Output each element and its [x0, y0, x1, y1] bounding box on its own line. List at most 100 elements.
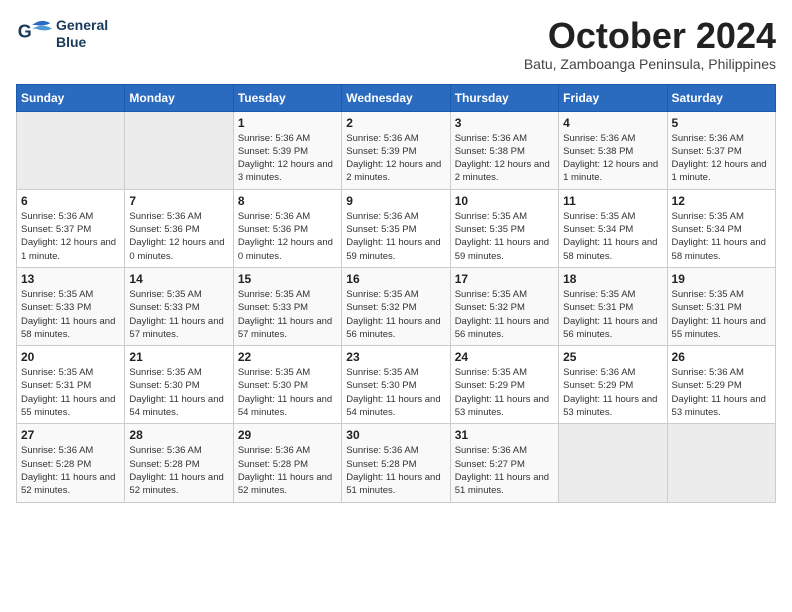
- day-details: Sunrise: 5:35 AMSunset: 5:31 PMDaylight:…: [672, 288, 771, 341]
- day-details: Sunrise: 5:35 AMSunset: 5:32 PMDaylight:…: [346, 288, 445, 341]
- day-details: Sunrise: 5:35 AMSunset: 5:33 PMDaylight:…: [238, 288, 337, 341]
- day-number: 10: [455, 194, 554, 208]
- day-number: 11: [563, 194, 662, 208]
- day-details: Sunrise: 5:36 AMSunset: 5:28 PMDaylight:…: [129, 444, 228, 497]
- day-details: Sunrise: 5:35 AMSunset: 5:30 PMDaylight:…: [238, 366, 337, 419]
- day-number: 30: [346, 428, 445, 442]
- weekday-header: Monday: [125, 84, 233, 111]
- day-number: 13: [21, 272, 120, 286]
- calendar-cell: 2Sunrise: 5:36 AMSunset: 5:39 PMDaylight…: [342, 111, 450, 189]
- calendar-cell: 20 Sunrise: 5:35 AMSunset: 5:31 PMDayligh…: [17, 346, 125, 424]
- calendar-cell: 17 Sunrise: 5:35 AMSunset: 5:32 PMDayligh…: [450, 267, 558, 345]
- calendar-cell: 25 Sunrise: 5:36 AMSunset: 5:29 PMDayligh…: [559, 346, 667, 424]
- day-number: 25: [563, 350, 662, 364]
- day-details: Sunrise: 5:36 AMSunset: 5:35 PMDaylight:…: [346, 210, 445, 263]
- weekday-header-row: SundayMondayTuesdayWednesdayThursdayFrid…: [17, 84, 776, 111]
- calendar-cell: 28 Sunrise: 5:36 AMSunset: 5:28 PMDayligh…: [125, 424, 233, 502]
- calendar-cell: 30 Sunrise: 5:36 AMSunset: 5:28 PMDayligh…: [342, 424, 450, 502]
- calendar-cell: 5 Sunrise: 5:36 AMSunset: 5:37 PMDaylight…: [667, 111, 775, 189]
- day-details: Sunrise: 5:36 AMSunset: 5:28 PMDaylight:…: [346, 444, 445, 497]
- day-details: Sunrise: 5:36 AMSunset: 5:36 PMDaylight:…: [238, 210, 337, 263]
- day-number: 16: [346, 272, 445, 286]
- calendar-cell: 1 Sunrise: 5:36 AMSunset: 5:39 PMDaylight…: [233, 111, 341, 189]
- calendar-cell: 10 Sunrise: 5:35 AMSunset: 5:35 PMDayligh…: [450, 189, 558, 267]
- day-details: Sunrise: 5:36 AMSunset: 5:36 PMDaylight:…: [129, 210, 228, 263]
- day-details: Sunrise: 5:35 AMSunset: 5:30 PMDaylight:…: [346, 366, 445, 419]
- day-number: 26: [672, 350, 771, 364]
- weekday-header: Tuesday: [233, 84, 341, 111]
- weekday-header: Saturday: [667, 84, 775, 111]
- weekday-header: Friday: [559, 84, 667, 111]
- calendar-cell: 19 Sunrise: 5:35 AMSunset: 5:31 PMDayligh…: [667, 267, 775, 345]
- calendar-cell: 31 Sunrise: 5:36 AMSunset: 5:27 PMDayligh…: [450, 424, 558, 502]
- day-details: Sunrise: 5:35 AMSunset: 5:33 PMDaylight:…: [21, 288, 120, 341]
- day-number: 18: [563, 272, 662, 286]
- calendar-cell: 8 Sunrise: 5:36 AMSunset: 5:36 PMDaylight…: [233, 189, 341, 267]
- calendar-week-row: 1 Sunrise: 5:36 AMSunset: 5:39 PMDaylight…: [17, 111, 776, 189]
- calendar-cell: 16 Sunrise: 5:35 AMSunset: 5:32 PMDayligh…: [342, 267, 450, 345]
- day-number: 28: [129, 428, 228, 442]
- day-number: 29: [238, 428, 337, 442]
- day-details: Sunrise: 5:36 AMSunset: 5:39 PMDaylight:…: [238, 132, 337, 185]
- day-number: 27: [21, 428, 120, 442]
- calendar-cell: [17, 111, 125, 189]
- calendar-cell: [559, 424, 667, 502]
- day-details: Sunrise: 5:35 AMSunset: 5:31 PMDaylight:…: [563, 288, 662, 341]
- calendar-week-row: 13 Sunrise: 5:35 AMSunset: 5:33 PMDayligh…: [17, 267, 776, 345]
- day-details: Sunrise: 5:36 AMSunset: 5:29 PMDaylight:…: [563, 366, 662, 419]
- day-number: 23: [346, 350, 445, 364]
- day-number: 15: [238, 272, 337, 286]
- day-number: 17: [455, 272, 554, 286]
- day-number: 20: [21, 350, 120, 364]
- weekday-header: Wednesday: [342, 84, 450, 111]
- title-block: October 2024 Batu, Zamboanga Peninsula, …: [524, 16, 776, 72]
- day-details: Sunrise: 5:35 AMSunset: 5:34 PMDaylight:…: [672, 210, 771, 263]
- calendar-cell: 3Sunrise: 5:36 AMSunset: 5:38 PMDaylight…: [450, 111, 558, 189]
- day-details: Sunrise: 5:35 AMSunset: 5:31 PMDaylight:…: [21, 366, 120, 419]
- calendar-cell: 18 Sunrise: 5:35 AMSunset: 5:31 PMDayligh…: [559, 267, 667, 345]
- calendar-cell: 15 Sunrise: 5:35 AMSunset: 5:33 PMDayligh…: [233, 267, 341, 345]
- day-details: Sunrise: 5:35 AMSunset: 5:29 PMDaylight:…: [455, 366, 554, 419]
- day-details: Sunrise: 5:36 AMSunset: 5:39 PMDaylight:…: [346, 132, 445, 185]
- day-number: 4: [563, 116, 662, 130]
- weekday-header: Thursday: [450, 84, 558, 111]
- calendar-cell: 29 Sunrise: 5:36 AMSunset: 5:28 PMDayligh…: [233, 424, 341, 502]
- calendar-cell: 6Sunrise: 5:36 AMSunset: 5:37 PMDaylight…: [17, 189, 125, 267]
- calendar-cell: 14 Sunrise: 5:35 AMSunset: 5:33 PMDayligh…: [125, 267, 233, 345]
- calendar-cell: 11Sunrise: 5:35 AMSunset: 5:34 PMDayligh…: [559, 189, 667, 267]
- day-number: 8: [238, 194, 337, 208]
- day-number: 12: [672, 194, 771, 208]
- calendar-cell: 12 Sunrise: 5:35 AMSunset: 5:34 PMDayligh…: [667, 189, 775, 267]
- day-number: 24: [455, 350, 554, 364]
- calendar-cell: 21 Sunrise: 5:35 AMSunset: 5:30 PMDayligh…: [125, 346, 233, 424]
- day-details: Sunrise: 5:36 AMSunset: 5:37 PMDaylight:…: [672, 132, 771, 185]
- calendar-cell: 24 Sunrise: 5:35 AMSunset: 5:29 PMDayligh…: [450, 346, 558, 424]
- day-details: Sunrise: 5:36 AMSunset: 5:28 PMDaylight:…: [21, 444, 120, 497]
- day-details: Sunrise: 5:36 AMSunset: 5:28 PMDaylight:…: [238, 444, 337, 497]
- page-header: G General Blue October 2024 Batu, Zamboa…: [16, 16, 776, 72]
- calendar-cell: 4Sunrise: 5:36 AMSunset: 5:38 PMDaylight…: [559, 111, 667, 189]
- day-number: 1: [238, 116, 337, 130]
- day-number: 14: [129, 272, 228, 286]
- day-details: Sunrise: 5:36 AMSunset: 5:29 PMDaylight:…: [672, 366, 771, 419]
- day-details: Sunrise: 5:35 AMSunset: 5:32 PMDaylight:…: [455, 288, 554, 341]
- day-number: 5: [672, 116, 771, 130]
- day-details: Sunrise: 5:36 AMSunset: 5:27 PMDaylight:…: [455, 444, 554, 497]
- day-number: 7: [129, 194, 228, 208]
- calendar-table: SundayMondayTuesdayWednesdayThursdayFrid…: [16, 84, 776, 503]
- day-number: 21: [129, 350, 228, 364]
- day-details: Sunrise: 5:35 AMSunset: 5:30 PMDaylight:…: [129, 366, 228, 419]
- svg-text:G: G: [18, 22, 32, 42]
- day-number: 19: [672, 272, 771, 286]
- day-number: 3: [455, 116, 554, 130]
- month-title: October 2024: [524, 16, 776, 56]
- calendar-cell: 27 Sunrise: 5:36 AMSunset: 5:28 PMDayligh…: [17, 424, 125, 502]
- day-details: Sunrise: 5:35 AMSunset: 5:33 PMDaylight:…: [129, 288, 228, 341]
- day-number: 31: [455, 428, 554, 442]
- day-number: 9: [346, 194, 445, 208]
- day-number: 22: [238, 350, 337, 364]
- day-number: 6: [21, 194, 120, 208]
- day-details: Sunrise: 5:35 AMSunset: 5:35 PMDaylight:…: [455, 210, 554, 263]
- calendar-week-row: 20 Sunrise: 5:35 AMSunset: 5:31 PMDayligh…: [17, 346, 776, 424]
- calendar-cell: 9 Sunrise: 5:36 AMSunset: 5:35 PMDaylight…: [342, 189, 450, 267]
